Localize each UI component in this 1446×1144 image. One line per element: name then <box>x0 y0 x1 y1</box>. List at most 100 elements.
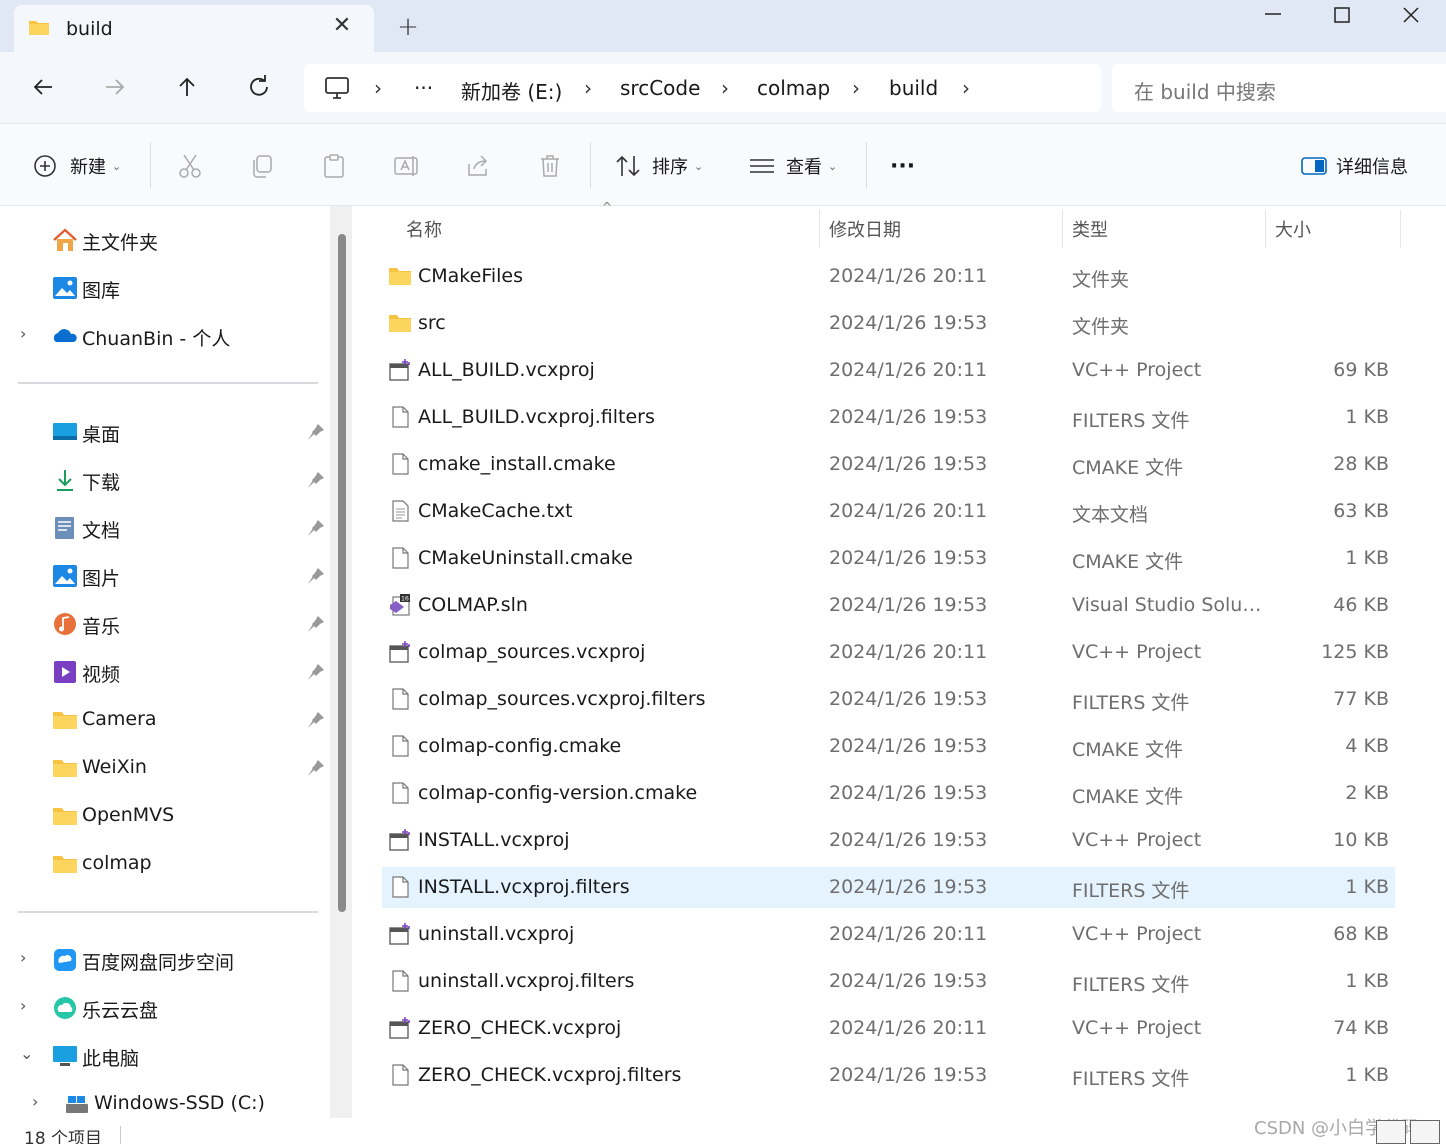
file-row[interactable]: ZERO_CHECK.vcxproj.filters 2024/1/26 19:5… <box>382 1055 1395 1096</box>
chevron-right-icon[interactable]: › <box>962 76 970 100</box>
sidebar-item-desktop[interactable]: 桌面 <box>0 410 330 454</box>
sidebar-item-onedrive[interactable]: › ChuanBin - 个人 <box>0 314 330 358</box>
up-arrow-icon[interactable] <box>170 70 204 104</box>
chevron-right-icon[interactable]: › <box>721 76 729 100</box>
column-header-name[interactable]: 名称 <box>406 216 442 242</box>
details-view-button[interactable] <box>1376 1120 1406 1144</box>
tiles-view-button[interactable] <box>1410 1120 1440 1144</box>
pin-icon[interactable] <box>306 662 326 682</box>
sidebar-item-music[interactable]: 音乐 <box>0 602 330 646</box>
sort-button[interactable]: 排序 ⌄ <box>614 152 703 180</box>
sidebar-item-cloud-drive[interactable]: › 乐云云盘 <box>0 986 330 1030</box>
pin-icon[interactable] <box>306 566 326 586</box>
file-row[interactable]: INSTALL.vcxproj 2024/1/26 19:53 VC++ Proje… <box>382 820 1395 861</box>
refresh-icon[interactable] <box>242 70 276 104</box>
close-window-button[interactable] <box>1376 0 1446 32</box>
file-row[interactable]: ALL_BUILD.vcxproj 2024/1/26 20:11 VC++ Pro… <box>382 350 1395 391</box>
chevron-right-icon[interactable]: › <box>20 324 36 344</box>
chevron-right-icon[interactable]: › <box>20 948 36 968</box>
file-row[interactable]: ZERO_CHECK.vcxproj 2024/1/26 20:11 VC++ Pr… <box>382 1008 1395 1049</box>
sort-icon <box>616 155 640 177</box>
file-row[interactable]: uninstall.vcxproj 2024/1/26 20:11 VC++ Pro… <box>382 914 1395 955</box>
sidebar-item-this-pc[interactable]: ⌄ 此电脑 <box>0 1034 330 1078</box>
chevron-down-icon: ⌄ <box>112 159 122 173</box>
sidebar-item-weixin[interactable]: WeiXin <box>0 746 330 790</box>
file-row[interactable]: uninstall.vcxproj.filters 2024/1/26 19:53… <box>382 961 1395 1002</box>
rename-icon[interactable] <box>392 152 420 180</box>
pin-icon[interactable] <box>306 710 326 730</box>
breadcrumb-overflow[interactable]: ··· <box>414 76 433 100</box>
file-row[interactable]: CMakeUninstall.cmake 2024/1/26 19:53 CMAKE… <box>382 538 1395 579</box>
sidebar-scrollbar-thumb[interactable] <box>338 234 346 912</box>
monitor-icon[interactable] <box>324 76 350 100</box>
sidebar-item-pictures[interactable]: 图片 <box>0 554 330 598</box>
pictures-icon <box>53 565 77 587</box>
chevron-right-icon[interactable]: › <box>852 76 860 100</box>
sidebar-item-windows-ssd[interactable]: › Windows-SSD (C:) <box>12 1082 342 1126</box>
sidebar-item-colmap[interactable]: colmap <box>0 842 330 886</box>
file-row[interactable]: 16 COLMAP.sln 2024/1/26 19:53 Visual Studio… <box>382 585 1395 626</box>
sidebar-item-openmvs[interactable]: OpenMVS <box>0 794 330 838</box>
back-arrow-icon[interactable] <box>26 70 60 104</box>
file-row[interactable]: colmap_sources.vcxproj.filters 2024/1/26 … <box>382 679 1395 720</box>
file-row[interactable]: colmap-config-version.cmake 2024/1/26 19:… <box>382 773 1395 814</box>
cut-icon[interactable] <box>176 152 204 180</box>
sidebar-item-camera[interactable]: Camera <box>0 698 330 742</box>
forward-arrow-icon[interactable] <box>98 70 132 104</box>
column-divider[interactable] <box>819 210 820 248</box>
breadcrumb-srccode[interactable]: srcCode <box>620 76 700 100</box>
sidebar-item-home[interactable]: 主文件夹 <box>0 218 330 262</box>
pin-icon[interactable] <box>306 614 326 634</box>
sidebar-item-baidu-netdisk[interactable]: › 百度网盘同步空间 <box>0 938 330 982</box>
file-row[interactable]: colmap-config.cmake 2024/1/26 19:53 CMAKE … <box>382 726 1395 767</box>
chevron-down-icon[interactable]: ⌄ <box>20 1044 36 1064</box>
sidebar-item-documents[interactable]: 文档 <box>0 506 330 550</box>
sidebar-item-gallery[interactable]: 图库 <box>0 266 330 310</box>
breadcrumb-build[interactable]: build <box>889 76 938 100</box>
search-input[interactable]: 在 build 中搜索 <box>1112 64 1446 112</box>
address-bar[interactable]: › ··· 新加卷 (E:) › srcCode › colmap › buil… <box>304 64 1101 112</box>
paste-icon[interactable] <box>320 152 348 180</box>
sidebar-item-downloads[interactable]: 下载 <box>0 458 330 502</box>
column-divider[interactable] <box>1265 210 1266 248</box>
minimize-button[interactable] <box>1238 0 1308 32</box>
sidebar-item-label: WeiXin <box>82 756 147 778</box>
chevron-right-icon[interactable]: › <box>584 76 592 100</box>
column-header-type[interactable]: 类型 <box>1072 216 1108 242</box>
column-divider[interactable] <box>1400 210 1401 248</box>
vcxproj-icon <box>389 1017 410 1039</box>
view-button[interactable]: 查看 ⌄ <box>748 152 837 180</box>
file-size: 68 KB <box>1333 923 1389 945</box>
tab-build[interactable]: build ✕ <box>14 5 374 52</box>
pin-icon[interactable] <box>306 422 326 442</box>
file-row[interactable]: CMakeFiles 2024/1/26 20:11 文件夹 <box>382 256 1395 297</box>
close-tab-icon[interactable]: ✕ <box>329 13 355 39</box>
pin-icon[interactable] <box>306 758 326 778</box>
column-divider[interactable] <box>1062 210 1063 248</box>
breadcrumb-colmap[interactable]: colmap <box>757 76 830 100</box>
copy-icon[interactable] <box>248 152 276 180</box>
maximize-button[interactable] <box>1307 0 1377 32</box>
file-row[interactable]: CMakeCache.txt 2024/1/26 20:11 文本文档 63 KB <box>382 491 1395 532</box>
chevron-right-icon[interactable]: › <box>374 76 382 100</box>
share-icon[interactable] <box>464 152 492 180</box>
file-row[interactable]: cmake_install.cmake 2024/1/26 19:53 CMAKE … <box>382 444 1395 485</box>
sidebar-item-videos[interactable]: 视频 <box>0 650 330 694</box>
file-row[interactable]: INSTALL.vcxproj.filters 2024/1/26 19:53 FI… <box>382 867 1395 908</box>
new-tab-button[interactable]: + <box>395 14 421 40</box>
delete-icon[interactable] <box>536 152 564 180</box>
pin-icon[interactable] <box>306 470 326 490</box>
pin-icon[interactable] <box>306 518 326 538</box>
more-options-button[interactable]: ··· <box>890 152 915 180</box>
file-name: CMakeCache.txt <box>418 500 573 522</box>
details-pane-button[interactable]: 详细信息 <box>1300 152 1408 180</box>
new-button[interactable]: 新建 ⌄ <box>32 152 121 180</box>
column-header-size[interactable]: 大小 <box>1275 216 1311 242</box>
file-row[interactable]: colmap_sources.vcxproj 2024/1/26 20:11 VC+… <box>382 632 1395 673</box>
file-row[interactable]: ALL_BUILD.vcxproj.filters 2024/1/26 19:53… <box>382 397 1395 438</box>
chevron-right-icon[interactable]: › <box>32 1092 48 1112</box>
chevron-right-icon[interactable]: › <box>20 996 36 1016</box>
breadcrumb-drive[interactable]: 新加卷 (E:) <box>461 76 562 105</box>
file-row[interactable]: src 2024/1/26 19:53 文件夹 <box>382 303 1395 344</box>
column-header-date[interactable]: 修改日期 <box>829 216 901 242</box>
